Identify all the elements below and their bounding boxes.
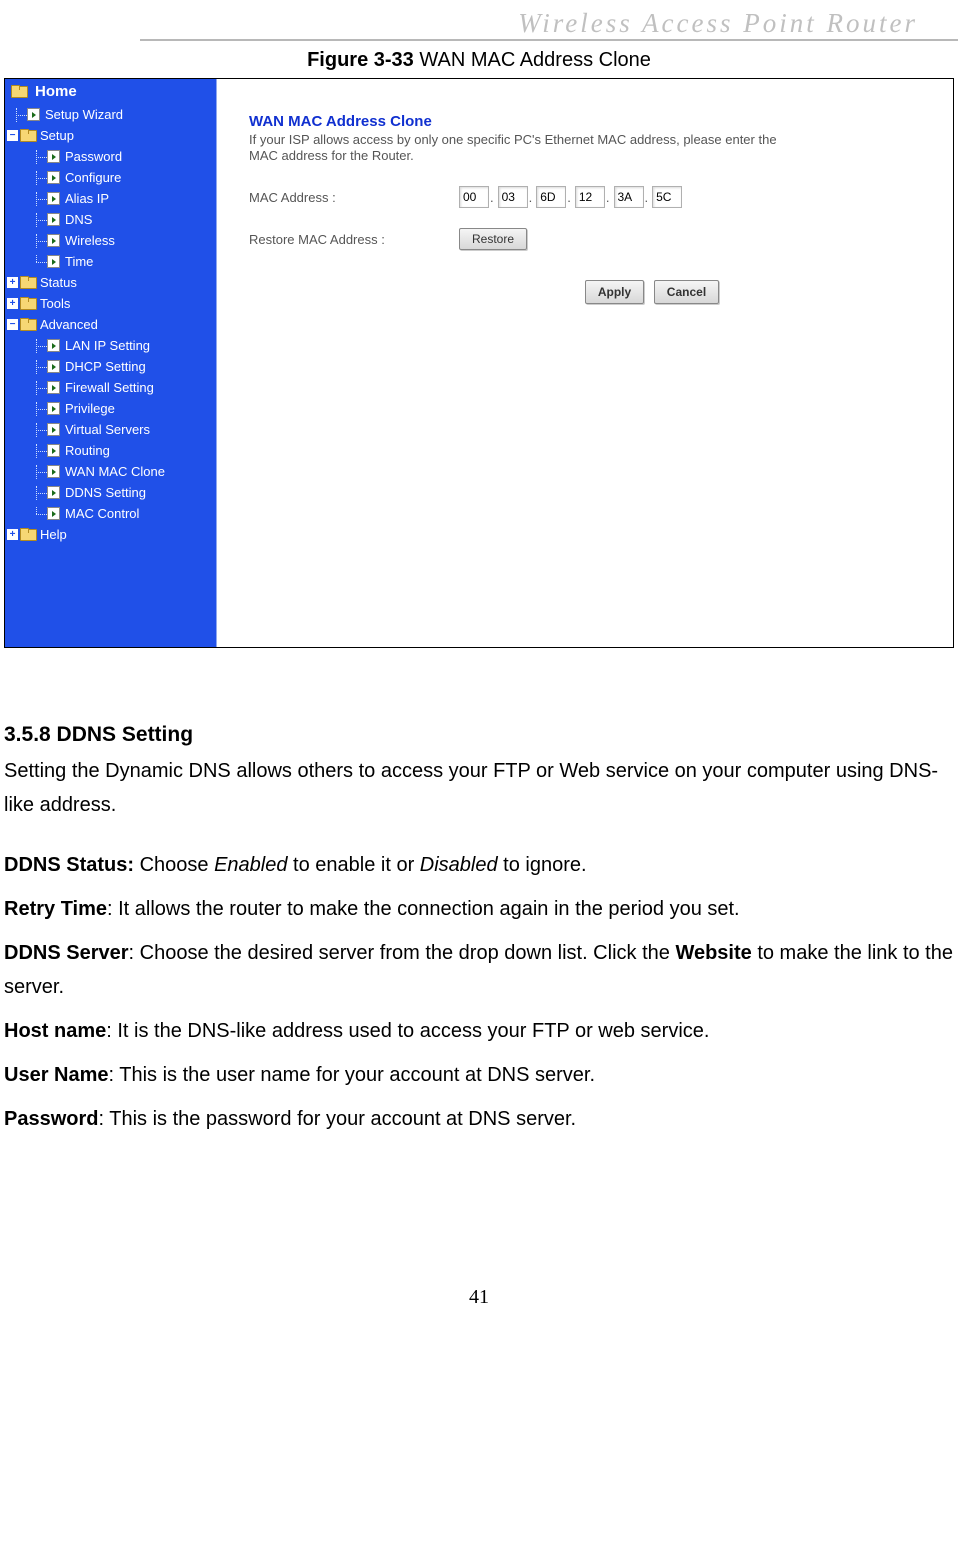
- figure-label: Figure 3-33: [307, 49, 414, 71]
- tree-item-privilege[interactable]: Privilege: [5, 398, 216, 419]
- page-running-header: Wireless Access Point Router: [140, 0, 958, 41]
- def-ddns-status: DDNS Status: Choose Enabled to enable it…: [4, 848, 954, 882]
- figure-caption: Figure 3-33 WAN MAC Address Clone: [0, 49, 958, 72]
- tree-folder-setup[interactable]: − Setup: [5, 125, 216, 146]
- folder-icon: [20, 276, 36, 289]
- def-ddns-server: DDNS Server: Choose the desired server f…: [4, 936, 954, 1004]
- page-icon: [47, 465, 60, 478]
- tree-item-routing[interactable]: Routing: [5, 440, 216, 461]
- collapse-icon[interactable]: −: [7, 130, 18, 141]
- tree-item-setup-wizard[interactable]: Setup Wizard: [5, 104, 216, 125]
- apply-button[interactable]: Apply: [585, 280, 644, 304]
- expand-icon[interactable]: +: [7, 529, 18, 540]
- section-heading: 3.5.8 DDNS Setting: [4, 718, 954, 752]
- folder-icon: [20, 129, 36, 142]
- def-password: Password: This is the password for your …: [4, 1102, 954, 1136]
- panel-title: WAN MAC Address Clone: [249, 113, 935, 130]
- tree-item-dns[interactable]: DNS: [5, 209, 216, 230]
- page-icon: [47, 486, 60, 499]
- tree-item-password[interactable]: Password: [5, 146, 216, 167]
- page-icon: [47, 402, 60, 415]
- tree-item-ddns-setting[interactable]: DDNS Setting: [5, 482, 216, 503]
- page-icon: [47, 339, 60, 352]
- tree-item-virtual-servers[interactable]: Virtual Servers: [5, 419, 216, 440]
- page-icon: [47, 381, 60, 394]
- cancel-button[interactable]: Cancel: [654, 280, 719, 304]
- sidebar-tree: Home Setup Wizard − Setup Password Confi…: [5, 79, 217, 647]
- tree-item-wireless[interactable]: Wireless: [5, 230, 216, 251]
- panel-description: If your ISP allows access by only one sp…: [249, 132, 789, 164]
- tree-item-wan-mac-clone[interactable]: WAN MAC Clone: [5, 461, 216, 482]
- expand-icon[interactable]: +: [7, 298, 18, 309]
- tree-item-alias-ip[interactable]: Alias IP: [5, 188, 216, 209]
- page-icon: [27, 108, 40, 121]
- mac-address-label: MAC Address :: [249, 190, 459, 205]
- mac-address-row: MAC Address : . . . . .: [249, 186, 935, 208]
- mac-octet-3[interactable]: [536, 186, 566, 208]
- folder-icon: [20, 297, 36, 310]
- tree-item-configure[interactable]: Configure: [5, 167, 216, 188]
- tree-folder-advanced[interactable]: − Advanced: [5, 314, 216, 335]
- tree-root-home[interactable]: Home: [5, 79, 216, 104]
- expand-icon[interactable]: +: [7, 277, 18, 288]
- router-ui-screenshot: Home Setup Wizard − Setup Password Confi…: [4, 78, 954, 648]
- def-host-name: Host name: It is the DNS-like address us…: [4, 1014, 954, 1048]
- mac-octet-5[interactable]: [614, 186, 644, 208]
- page-icon: [47, 444, 60, 457]
- mac-octet-2[interactable]: [498, 186, 528, 208]
- page-icon: [47, 507, 60, 520]
- page-icon: [47, 423, 60, 436]
- tree-folder-help[interactable]: + Help: [5, 524, 216, 545]
- tree-item-time[interactable]: Time: [5, 251, 216, 272]
- mac-octet-4[interactable]: [575, 186, 605, 208]
- folder-icon: [20, 318, 36, 331]
- figure-title: WAN MAC Address Clone: [419, 49, 651, 71]
- tree-folder-tools[interactable]: + Tools: [5, 293, 216, 314]
- tree-item-lan-ip[interactable]: LAN IP Setting: [5, 335, 216, 356]
- def-retry-time: Retry Time: It allows the router to make…: [4, 892, 954, 926]
- panel-actions: Apply Cancel: [369, 280, 935, 304]
- restore-button[interactable]: Restore: [459, 228, 527, 250]
- section-intro: Setting the Dynamic DNS allows others to…: [4, 754, 954, 822]
- tree-item-mac-control[interactable]: MAC Control: [5, 503, 216, 524]
- mac-octet-1[interactable]: [459, 186, 489, 208]
- tree-item-dhcp[interactable]: DHCP Setting: [5, 356, 216, 377]
- tree-label: Setup Wizard: [45, 108, 123, 122]
- content-panel: WAN MAC Address Clone If your ISP allows…: [217, 79, 953, 647]
- page-number: 41: [0, 1286, 958, 1309]
- document-body: 3.5.8 DDNS Setting Setting the Dynamic D…: [0, 718, 958, 1136]
- page-icon: [47, 213, 60, 226]
- page-icon: [47, 360, 60, 373]
- restore-label: Restore MAC Address :: [249, 232, 459, 247]
- def-user-name: User Name: This is the user name for you…: [4, 1058, 954, 1092]
- collapse-icon[interactable]: −: [7, 319, 18, 330]
- page-icon: [47, 171, 60, 184]
- tree-label: Setup: [40, 129, 74, 143]
- page-icon: [47, 255, 60, 268]
- page-icon: [47, 192, 60, 205]
- tree-folder-status[interactable]: + Status: [5, 272, 216, 293]
- tree-item-firewall[interactable]: Firewall Setting: [5, 377, 216, 398]
- folder-icon: [20, 528, 36, 541]
- page-icon: [47, 234, 60, 247]
- mac-octet-6[interactable]: [652, 186, 682, 208]
- tree-root-label: Home: [35, 83, 77, 100]
- folder-icon: [11, 85, 27, 98]
- page-icon: [47, 150, 60, 163]
- restore-row: Restore MAC Address : Restore: [249, 228, 935, 250]
